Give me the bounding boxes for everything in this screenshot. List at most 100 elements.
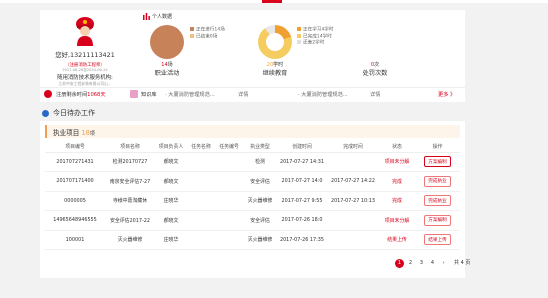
register-remaining: 注册剩余时间1068天 [56, 92, 106, 98]
stats-title: 个人数据 [143, 13, 172, 20]
action-cell: 完成执业 [415, 171, 460, 192]
table-header-row: 项目编号 项目名称 项目负责人 任务名称 任务编号 执业类型 创建时间 完成时间 状态 操作 [45, 141, 460, 153]
company-label: 随用消防技术服务机构: [57, 75, 113, 81]
column-header: 操作 [415, 141, 460, 153]
knowledge-detail-2[interactable]: 详情 [370, 91, 380, 98]
clock-icon [44, 90, 52, 98]
page-number[interactable]: 3 [417, 259, 426, 268]
row-action-button[interactable]: 完成执业 [424, 195, 451, 207]
more-link[interactable]: 更多 》 [438, 91, 455, 98]
table-cell [327, 230, 379, 250]
page-number[interactable]: 2 [406, 259, 415, 268]
education-legend-remaining: 还差2学时 [297, 40, 334, 47]
table-cell [187, 152, 215, 172]
table-row: 14965648946555 安全评估2017-22 郝晓文 安全评估 2017-07-… [45, 210, 460, 231]
info-strip: 注册剩余时间1068天 知识库 · 大厦消防管理规范... 详情 · 大厦消防管… [40, 87, 465, 101]
table-cell [215, 230, 243, 250]
table-cell: 郝晓文 [155, 171, 187, 192]
table-cell [215, 152, 243, 172]
table-cell: 检测 [243, 152, 277, 172]
table-row: 201707171400 南京安全评估7-27 郝晓文 安全评估 2017-07-27 … [45, 171, 460, 192]
activity-legend-ended: 已结束0场 [190, 33, 225, 41]
activity-legend: 正在进行14场 已结束0场 [190, 27, 225, 40]
exec-table: 项目编号 项目名称 项目负责人 任务名称 任务编号 执业类型 创建时间 完成时间 状态 操作 20… [45, 141, 460, 250]
knowledge-item-2[interactable]: · 大厦消防管理规范... [298, 91, 348, 98]
page-number[interactable]: 1 [395, 259, 404, 268]
table-cell: 寺様中葛淘藏休 [105, 191, 155, 211]
exec-label: 执业项目 18项 [53, 129, 95, 137]
penalty-value: 0次 [370, 62, 380, 68]
column-header: 项目负责人 [155, 141, 187, 153]
row-action-button[interactable]: 方案编制 [424, 156, 451, 168]
table-cell [187, 230, 215, 250]
column-header: 创建时间 [277, 141, 327, 153]
penalty-label: 处罚次数 [362, 70, 388, 77]
knowledge-item-1[interactable]: · 大厦消防管理规范... [165, 91, 215, 98]
table-cell: 庄晓华 [155, 191, 187, 211]
action-cell: 结果上传 [415, 230, 460, 250]
firefighter-avatar-icon [76, 17, 94, 46]
table-cell: 0000005 [45, 191, 105, 211]
action-cell: 方案编制 [415, 152, 460, 172]
table-row: 0000005 寺様中葛淘藏休 庄晓华 灭火器维修 2017-07-27 9:55 201… [45, 191, 460, 211]
education-label: 继续教育 [262, 70, 288, 77]
education-legend: 正在学习4学时 已完成14学时 还差2学时 [297, 27, 334, 47]
table-cell: 检测20170727 [105, 152, 155, 172]
table-cell [215, 191, 243, 211]
table-row: 100001 灭火器维修 庄晓华 灭火器维修 2017-07-26 17:35 结果上传结… [45, 230, 460, 250]
table-cell: 2017-07-27 14:22 [327, 171, 379, 192]
page-number[interactable]: 4 [428, 259, 437, 268]
status-cell: 项目未分解 [379, 152, 415, 172]
activity-legend-ongoing: 正在进行14场 [190, 27, 225, 34]
table-cell [187, 210, 215, 231]
table-cell: 南京安全评估7-27 [105, 171, 155, 192]
table-cell: 灭火器维修 [105, 230, 155, 250]
table-cell [327, 152, 379, 172]
next-page-button[interactable]: › [439, 259, 448, 268]
pagination: 1 2 3 4 › 共 4 页 [395, 259, 470, 268]
table-cell [327, 210, 379, 231]
exec-panel: 执业项目 18项 项目编号 项目名称 项目负责人 任务名称 任务编号 执业类型 创建时间 完成… [40, 121, 470, 278]
table-cell: 2017-07-27 9:55 [277, 191, 327, 211]
table-row: 201707271431 检测20170727 郝晓文 检测 2017-07-27 14… [45, 152, 460, 172]
column-header: 执业类型 [243, 141, 277, 153]
column-header: 完成时间 [327, 141, 379, 153]
status-cell: 完成 [379, 191, 415, 211]
table-cell [187, 191, 215, 211]
activity-label: 职业活动 [154, 70, 180, 77]
column-header: 任务编号 [215, 141, 243, 153]
column-header: 项目名称 [105, 141, 155, 153]
activity-donut [150, 25, 184, 59]
todo-title: 今日待办工作 [42, 108, 95, 118]
table-cell: 安全评估2017-22 [105, 210, 155, 231]
table-cell [215, 210, 243, 231]
table-cell: 灭火器维修 [243, 191, 277, 211]
bar-chart-icon [143, 13, 150, 20]
top-accent [262, 0, 282, 3]
column-header: 项目编号 [45, 141, 105, 153]
education-legend-learning: 正在学习4学时 [297, 27, 334, 34]
table-cell: 2017-07-26 17:35 [277, 230, 327, 250]
username: 您好,13211113421 [55, 51, 115, 59]
knowledge-detail-1[interactable]: 详情 [238, 91, 248, 98]
column-header: 任务名称 [187, 141, 215, 153]
table-cell: 201707271431 [45, 152, 105, 172]
table-cell: 2017-07-26 18:0 [277, 210, 327, 231]
table-cell: 2017-07-27 10:13 [327, 191, 379, 211]
status-cell: 项目未分解 [379, 210, 415, 231]
table-cell: 201707171400 [45, 171, 105, 192]
education-donut [258, 25, 292, 59]
row-action-button[interactable]: 结果上传 [424, 234, 451, 246]
table-cell: 安全评估 [243, 210, 277, 231]
row-action-button[interactable]: 完成执业 [424, 175, 451, 187]
knowledge-label: 知识库 [141, 92, 157, 98]
table-cell: 安全评估 [243, 171, 277, 192]
table-cell: 100001 [45, 230, 105, 250]
activity-value: 14场 [161, 62, 173, 68]
stats-title-text: 个人数据 [152, 14, 173, 20]
column-header: 状态 [379, 141, 415, 153]
book-icon [130, 90, 138, 98]
top-bar [0, 0, 548, 3]
table-cell: 灭火器维修 [243, 230, 277, 250]
row-action-button[interactable]: 方案编制 [424, 214, 451, 226]
